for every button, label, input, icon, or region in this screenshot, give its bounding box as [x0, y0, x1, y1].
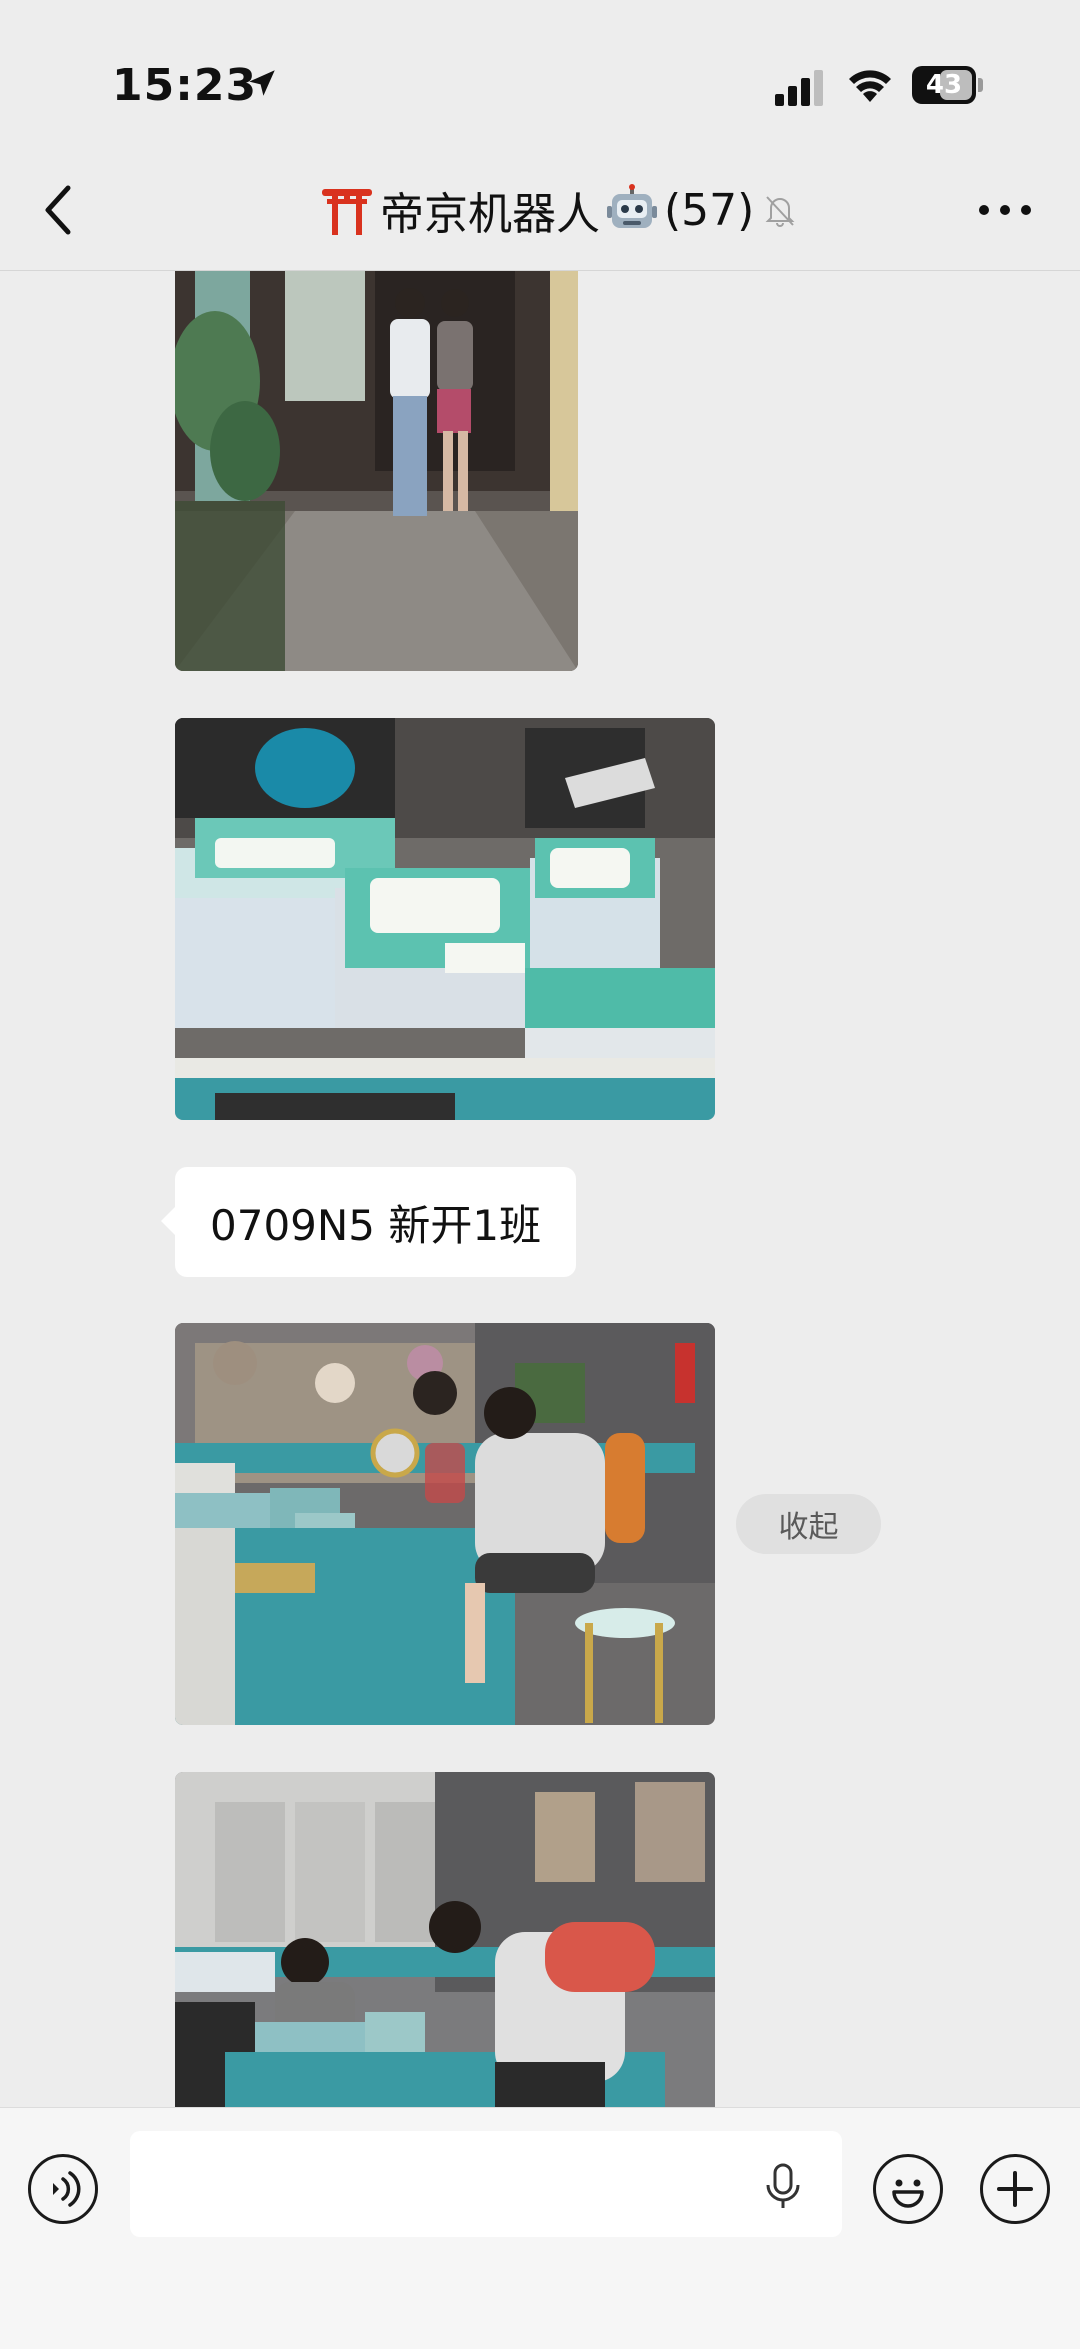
location-arrow-icon — [249, 70, 275, 96]
message-list[interactable]: 0709N5 新开1班 收起 — [0, 271, 1080, 2107]
torii-gate-emoji — [322, 189, 372, 235]
image-message-textbooks[interactable] — [175, 718, 715, 1120]
emoji-button[interactable] — [873, 2154, 943, 2224]
back-chevron-icon[interactable] — [38, 180, 78, 240]
collapse-button[interactable]: 收起 — [736, 1494, 881, 1554]
chat-title-text: 帝京机器人 — [380, 189, 600, 240]
add-icon — [997, 2171, 1033, 2207]
message-input[interactable] — [130, 2131, 842, 2237]
add-button[interactable] — [980, 2154, 1050, 2224]
robot-emoji — [607, 184, 657, 228]
more-dots-icon[interactable] — [978, 200, 1032, 220]
cellular-signal-icon — [775, 70, 823, 106]
input-bar — [0, 2107, 1080, 2349]
voice-mode-button[interactable] — [28, 2154, 98, 2224]
voice-mode-icon — [53, 2171, 81, 2207]
image-message-hallway[interactable] — [175, 271, 578, 671]
status-time: 15:23 — [112, 60, 258, 111]
emoji-icon — [892, 2179, 924, 2208]
image-message-office[interactable] — [175, 1772, 715, 2107]
wifi-icon — [849, 70, 891, 102]
chat-header: 帝京机器人 (57) — [0, 150, 1080, 271]
member-count: (57) — [664, 184, 755, 236]
battery-icon: 43 — [912, 66, 984, 106]
chat-title[interactable]: 帝京机器人 (57) — [320, 178, 798, 242]
battery-level: 43 — [925, 70, 963, 100]
text-message-bubble[interactable]: 0709N5 新开1班 — [160, 1167, 577, 1277]
status-bar: 15:23 43 — [0, 0, 1080, 150]
collapse-label: 收起 — [778, 1510, 839, 1545]
text-message-content: 0709N5 新开1班 — [210, 1200, 542, 1250]
image-message-reception-desk[interactable] — [175, 1323, 715, 1725]
microphone-icon[interactable] — [758, 2161, 808, 2211]
muted-bell-icon — [765, 196, 795, 227]
